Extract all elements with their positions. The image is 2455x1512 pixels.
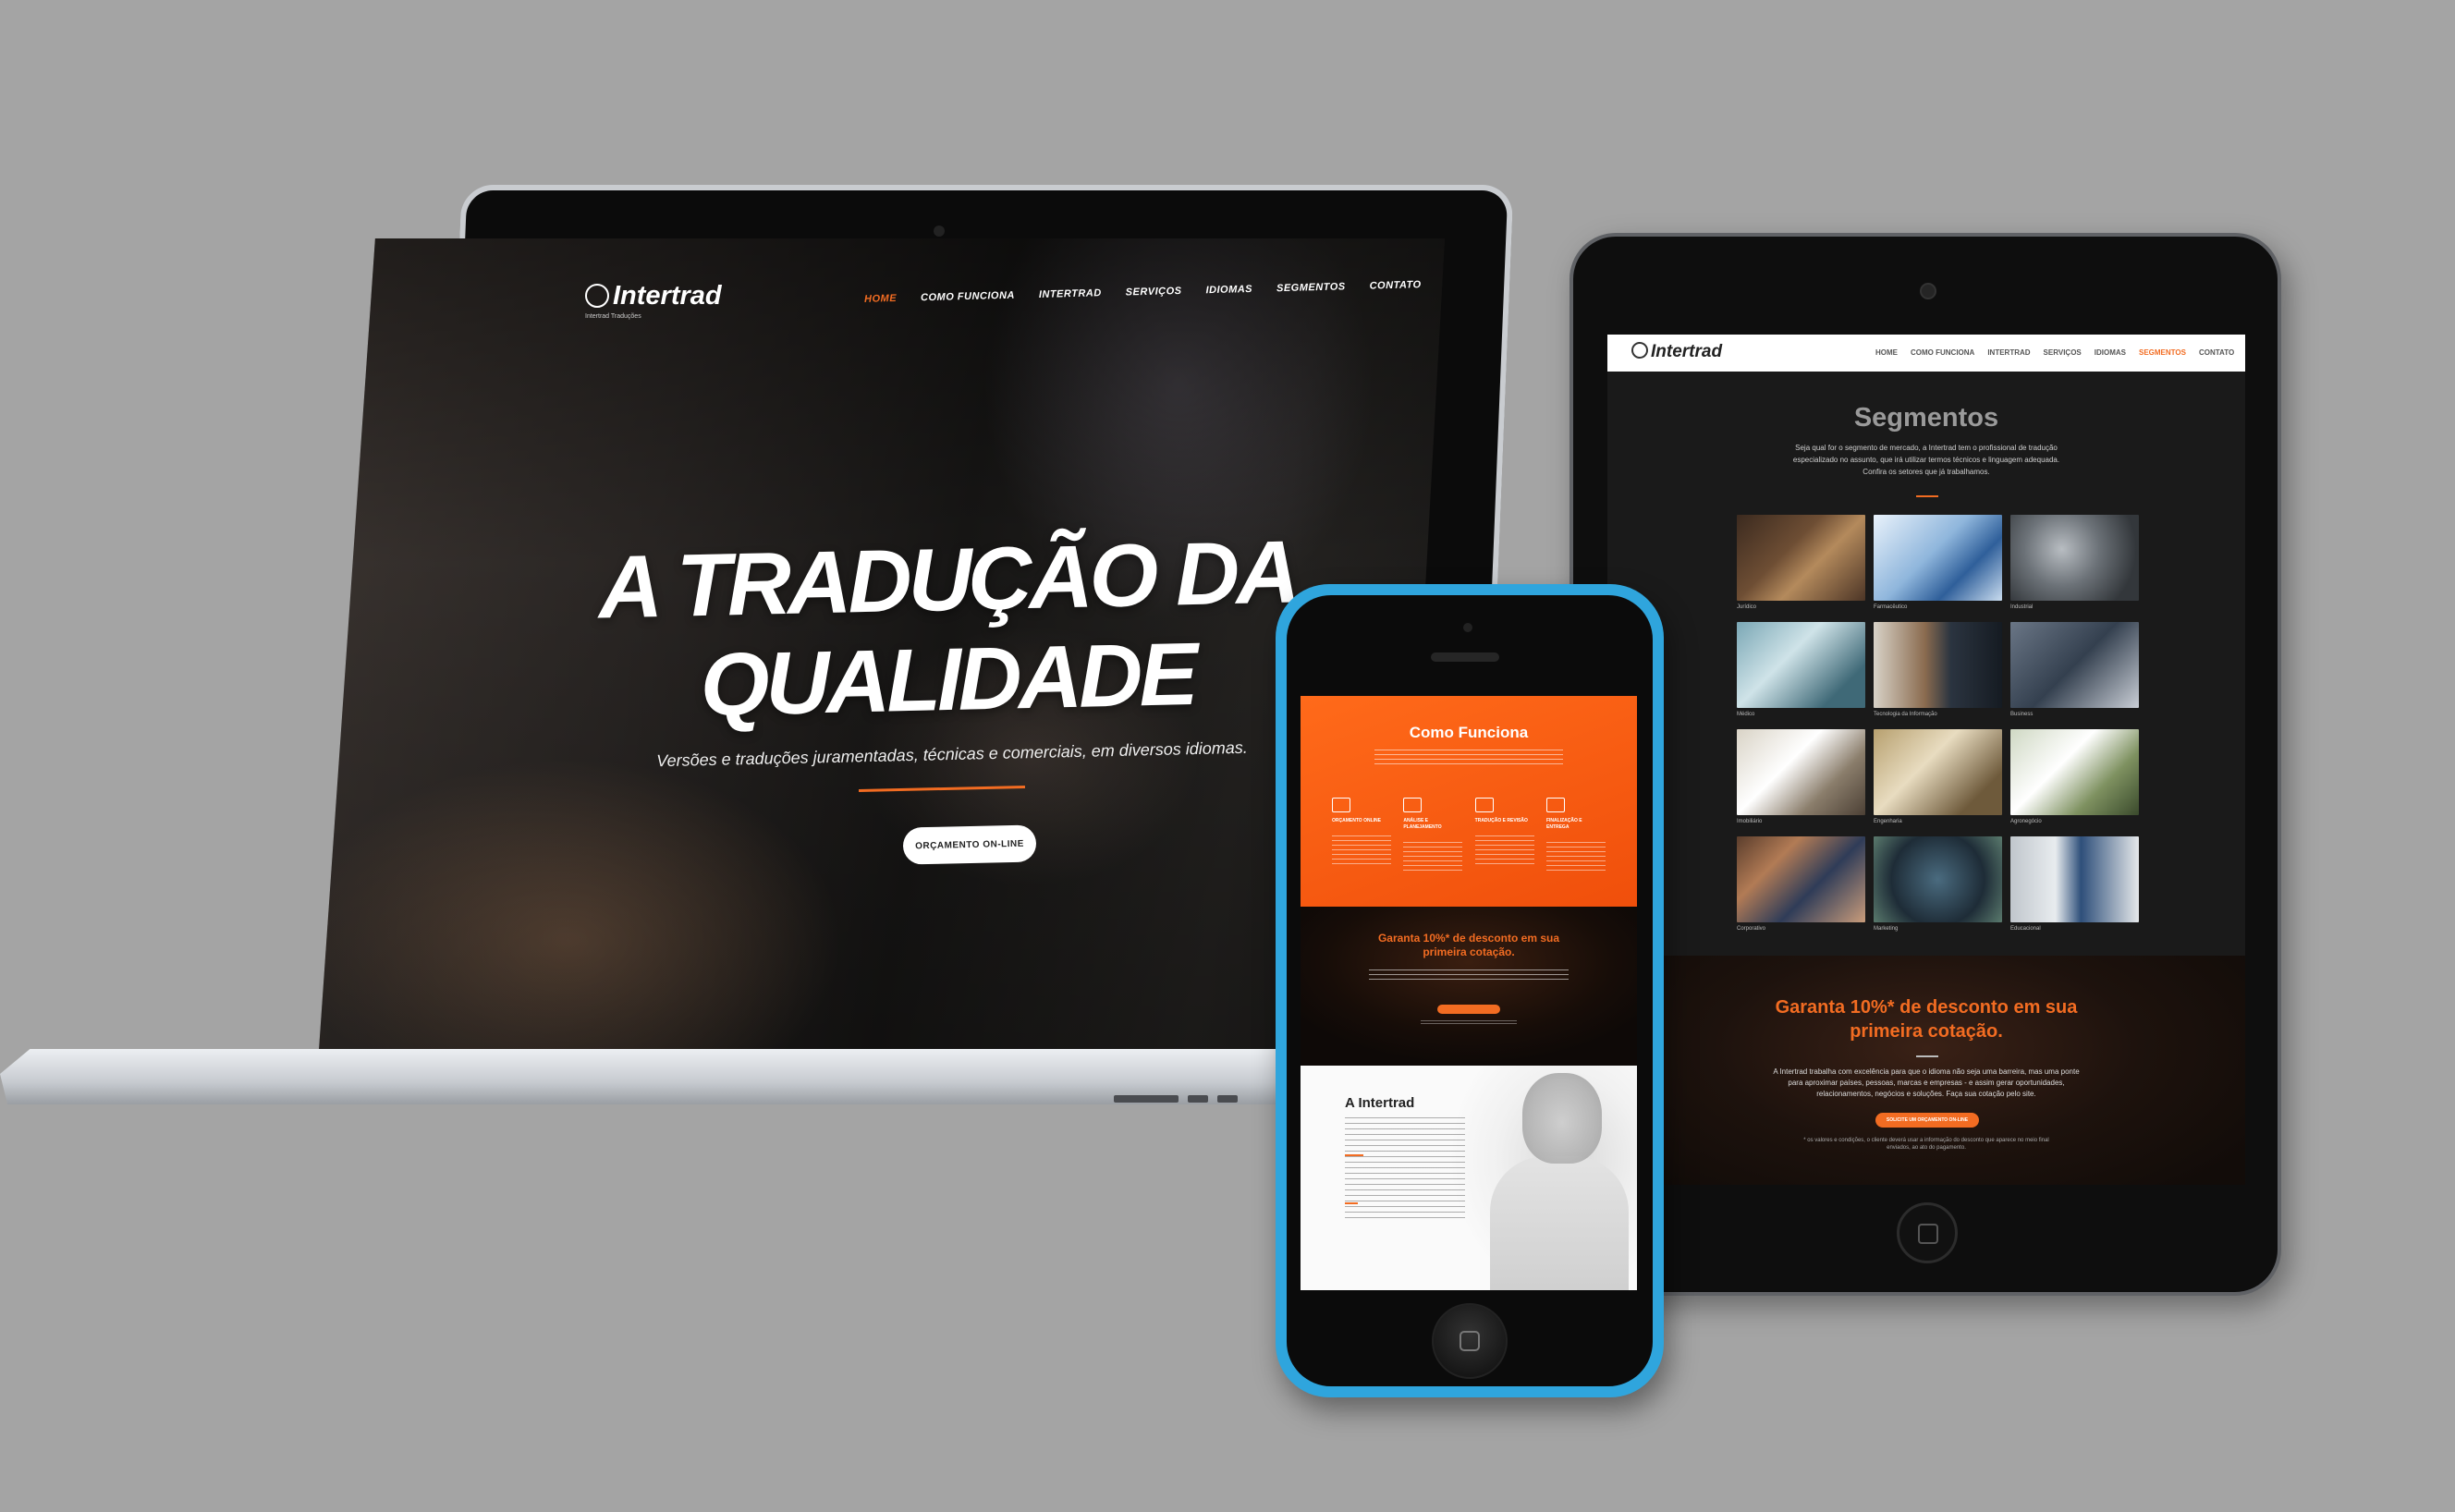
- title-divider: [1916, 495, 1938, 497]
- segment-card[interactable]: Corporativo: [1737, 836, 1865, 944]
- tablet-logo[interactable]: Intertrad: [1631, 342, 1722, 362]
- laptop-base: [0, 1049, 1497, 1104]
- laptop-camera: [934, 226, 945, 237]
- step-item: ORÇAMENTO ONLINE: [1332, 798, 1391, 873]
- segment-card[interactable]: Engenharia: [1874, 729, 2002, 836]
- hero-title-line2: QUALIDADE: [699, 624, 1196, 736]
- segment-image: [2010, 836, 2139, 922]
- discount-button[interactable]: [1437, 1005, 1500, 1014]
- tablet-nav: HOME COMO FUNCIONA INTERTRAD SERVIÇOS ID…: [1875, 348, 2234, 357]
- tablet-home-button[interactable]: [1897, 1202, 1958, 1263]
- laptop-mockup: Intertrad Intertrad Traduções HOME COMO …: [0, 185, 1514, 1211]
- phone-mockup: Como Funciona ORÇAMENTO ONLINE ANÁLISE E…: [1276, 584, 1664, 1397]
- a-intertrad-title: A Intertrad: [1345, 1095, 1415, 1111]
- woman-photo-body: [1490, 1156, 1629, 1290]
- discount-section: [1301, 907, 1637, 1066]
- segment-card[interactable]: Industrial: [2010, 515, 2139, 622]
- segment-card[interactable]: Tecnologia da Informação: [1874, 622, 2002, 729]
- nav-intertrad[interactable]: INTERTRAD: [1039, 287, 1102, 300]
- segment-image: [1737, 515, 1865, 601]
- solicite-orcamento-button[interactable]: SOLICITE UM ORÇAMENTO ON-LINE: [1875, 1113, 1979, 1128]
- segment-image: [1874, 836, 2002, 922]
- nav-segmentos[interactable]: SEGMENTOS: [2139, 348, 2186, 357]
- step-item: FINALIZAÇÃO E ENTREGA: [1545, 798, 1606, 873]
- nav-como-funciona[interactable]: COMO FUNCIONA: [1911, 348, 1974, 357]
- segment-card[interactable]: Marketing: [1874, 836, 2002, 944]
- home-icon: [1460, 1331, 1480, 1351]
- segment-image: [1737, 836, 1865, 922]
- nav-segmentos[interactable]: SEGMENTOS: [1276, 281, 1346, 294]
- woman-photo: [1522, 1073, 1602, 1164]
- phone-screen: Como Funciona ORÇAMENTO ONLINE ANÁLISE E…: [1301, 696, 1637, 1290]
- delivery-icon: [1545, 798, 1565, 812]
- nav-contato[interactable]: CONTATO: [1369, 279, 1421, 291]
- discount-title: Garanta 10%* de desconto em sua primeira…: [1775, 997, 2078, 1042]
- accent-line: [1345, 1154, 1363, 1156]
- segmentos-title: Segmentos: [1853, 403, 1999, 433]
- como-funciona-title: Como Funciona: [1409, 724, 1529, 741]
- segment-card[interactable]: Educacional: [2010, 836, 2139, 944]
- nav-home[interactable]: HOME: [864, 293, 897, 305]
- segment-card[interactable]: Agronegócio: [2010, 729, 2139, 836]
- step-item: TRADUÇÃO E REVISÃO: [1474, 798, 1534, 873]
- monitor-icon: [1332, 798, 1350, 812]
- segment-card[interactable]: Imobiliário: [1737, 729, 1865, 836]
- orcamento-button[interactable]: ORÇAMENTO ON-LINE: [902, 824, 1037, 865]
- phone-home-button[interactable]: [1432, 1303, 1508, 1379]
- segment-image: [1874, 729, 2002, 815]
- steps-list: ORÇAMENTO ONLINE ANÁLISE E PLANEJAMENTO …: [1332, 798, 1606, 873]
- nav-servicos[interactable]: SERVIÇOS: [1126, 286, 1182, 299]
- discount-text: A Intertrad trabalha com excelência para…: [1773, 1067, 2080, 1098]
- tablet-camera: [1920, 283, 1936, 299]
- nav-servicos[interactable]: SERVIÇOS: [2044, 348, 2082, 357]
- segment-card[interactable]: Médico: [1737, 622, 1865, 729]
- tablet-mockup: Intertrad HOME COMO FUNCIONA INTERTRAD S…: [1569, 233, 2281, 1296]
- discount-text: [1369, 969, 1569, 982]
- nav-idiomas[interactable]: IDIOMAS: [2095, 348, 2126, 357]
- hero-title-line1: A TRADUÇÃO DA: [597, 522, 1298, 638]
- segment-card[interactable]: Jurídico: [1737, 515, 1865, 622]
- globe-icon: [585, 284, 609, 308]
- segmentos-intro: Seja qual for o segmento de mercado, a I…: [1792, 444, 2060, 476]
- phone-camera: [1463, 623, 1472, 632]
- como-funciona-intro: [1374, 750, 1563, 764]
- calendar-icon: [1403, 798, 1423, 812]
- accent-line: [1345, 1202, 1358, 1204]
- phone-speaker: [1431, 652, 1499, 662]
- globe-icon: [1631, 342, 1648, 359]
- tablet-screen: Intertrad HOME COMO FUNCIONA INTERTRAD S…: [1607, 335, 2245, 1185]
- discount-note: [1421, 1020, 1517, 1026]
- nav-home[interactable]: HOME: [1875, 348, 1898, 357]
- segments-grid: Jurídico Farmacêutico Industrial Médico …: [1737, 515, 2139, 944]
- segment-image: [1737, 729, 1865, 815]
- segment-image: [1737, 622, 1865, 708]
- laptop-ports: [1114, 1095, 1243, 1104]
- laptop-logo[interactable]: Intertrad Intertrad Traduções: [585, 281, 722, 320]
- discount-divider: [1916, 1055, 1938, 1057]
- segment-image: [2010, 515, 2139, 601]
- nav-idiomas[interactable]: IDIOMAS: [1205, 284, 1252, 296]
- document-icon: [1474, 798, 1494, 812]
- segment-image: [1874, 515, 2002, 601]
- segment-card[interactable]: Business: [2010, 622, 2139, 729]
- step-item: ANÁLISE E PLANEJAMENTO: [1403, 798, 1463, 873]
- segment-image: [1874, 622, 2002, 708]
- nav-intertrad[interactable]: INTERTRAD: [1987, 348, 2030, 357]
- segment-card[interactable]: Farmacêutico: [1874, 515, 2002, 622]
- discount-title: Garanta 10%* de desconto em sua primeira…: [1377, 932, 1560, 958]
- nav-contato[interactable]: CONTATO: [2199, 348, 2234, 357]
- discount-note: * os valores e condições, o cliente deve…: [1803, 1138, 2049, 1151]
- tablet-navbar: Intertrad HOME COMO FUNCIONA INTERTRAD S…: [1607, 335, 2245, 372]
- home-icon: [1918, 1224, 1938, 1244]
- a-intertrad-section: A Intertrad: [1301, 1066, 1637, 1290]
- segment-image: [2010, 622, 2139, 708]
- a-intertrad-text: [1345, 1117, 1465, 1219]
- segment-image: [2010, 729, 2139, 815]
